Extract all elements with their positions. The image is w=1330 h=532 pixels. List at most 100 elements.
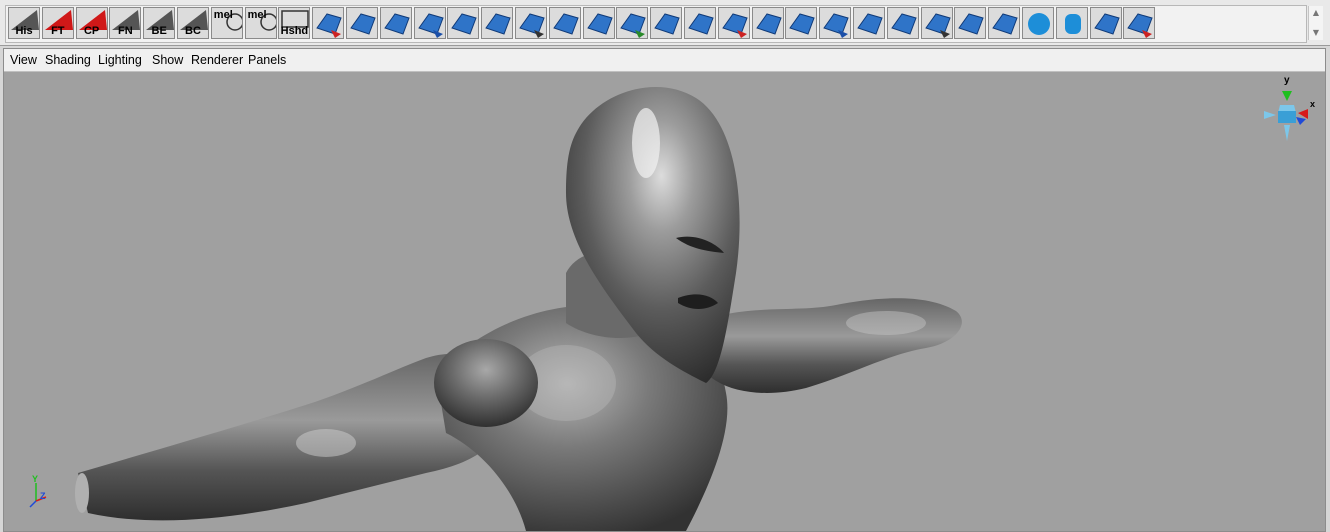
forearm-highlight [846,311,926,335]
view-cube-x-label: x [1310,99,1315,109]
shelf-button-revolve-14[interactable] [481,7,514,39]
shelf-button-plane-grid-32[interactable] [1089,7,1122,39]
shelf-button-center-pivot-2[interactable]: CP [75,7,108,39]
sphere-icon [1028,13,1050,35]
shelf-button-label: mel [213,9,233,21]
planar-surface-icon [552,13,579,35]
shelf-button-sphere-30[interactable] [1022,7,1054,39]
lattice-cube-icon [755,13,782,35]
shelf-button-loft-15[interactable] [515,7,547,39]
view-cube-front-face[interactable] [1278,111,1296,123]
shelf-button-freeze-transform-1[interactable]: FT [41,7,74,39]
shelf-button-label: CP [83,25,100,37]
view-cube-z-arrow[interactable] [1296,117,1306,125]
menu-renderer[interactable]: Renderer [191,53,243,67]
boolean-icon [688,13,714,35]
cylinder-icon [1064,14,1081,34]
view-cube-bottom-arrow[interactable] [1284,125,1290,141]
shelf-button-extrude-13[interactable] [447,7,480,39]
shelf-button-poly-sphere-split-24[interactable] [819,7,852,39]
scroll-up-icon[interactable]: ▲ [1309,8,1323,18]
nurbs-patch-icon [721,13,748,38]
trim-surface-icon [654,13,680,35]
axis-z-line [29,500,37,508]
shelf-button-poly-plane-split-28[interactable] [954,7,987,39]
model-right-arm[interactable] [696,298,962,393]
shelf-button-project-curve-18[interactable] [616,7,649,39]
menu-lighting[interactable]: Lighting [98,53,142,67]
model-left-wrist [75,473,89,513]
shelf-button-label: His [15,25,33,37]
view-cube-y-label: y [1284,75,1290,86]
model-panel: View Shading Lighting Show Renderer Pane… [3,48,1326,532]
panel-menubar: View Shading Lighting Show Renderer Pane… [4,49,1325,72]
shelf-button-history-0[interactable]: His [8,7,40,39]
scroll-down-icon[interactable]: ▼ [1309,28,1323,38]
poly-plane-split-icon [958,13,985,35]
axis-y-label: Y [32,474,38,484]
menu-panels[interactable]: Panels [248,53,286,67]
extrude-icon [451,13,478,35]
curve-tool-icon [316,13,342,38]
shelf-button-poly-dome-33[interactable] [1123,7,1156,39]
shelf-button-trim-surface-19[interactable] [650,7,683,39]
shelf-button-label: FT [51,25,65,37]
circle-surface-icon [586,13,613,35]
shelf-button-boolean-20[interactable] [684,7,716,39]
shelf-button-poly-plane-merge-29[interactable] [988,7,1021,39]
shelf-button-hardware-shade-8[interactable]: Hshd [278,7,311,39]
arm-highlight [296,429,356,457]
menu-view[interactable]: View [10,53,37,67]
poly-sphere-combine-icon [857,13,883,35]
shelf-button-label: FN [118,25,133,37]
poly-sphere-split-icon [823,13,849,38]
menu-shading[interactable]: Shading [45,53,91,67]
poly-cube-icon [789,13,816,35]
shelf-scrollbar[interactable]: ▲ ▼ [1308,6,1323,40]
axis-gizmo: Y Z [29,474,47,508]
shelf-button-cylinder-31[interactable] [1055,7,1088,39]
project-curve-icon [620,13,647,38]
shelf-button-label: mel [247,9,267,21]
shelf-button-nurbs-patch-21[interactable] [717,7,750,39]
shelf-button-poly-sphere-combine-25[interactable] [853,7,885,39]
view-cube-left-arrow[interactable] [1264,111,1276,119]
shelf-button-edit-points-11[interactable] [379,7,412,39]
view-cube-y-arrow[interactable] [1282,91,1292,101]
shelf-button-cut-curve-10[interactable] [346,7,378,39]
shelf-button-frame-normals-3[interactable]: FN [109,7,142,39]
shelf-button-curve-cv-12[interactable] [413,7,446,39]
shelf-button-bake-4[interactable]: BE [143,7,176,39]
shelf-button-poly-sphere-separate-26[interactable] [886,7,919,39]
shelf-button-label: BC [185,25,201,37]
axis-z-label: Z [40,491,46,501]
shelf-button-poly-sphere-27[interactable] [920,7,953,39]
shelf-button-label: BE [151,25,167,37]
poly-plane-merge-icon [992,13,1018,35]
curve-cv-icon [417,13,444,38]
shelf-button-mel-script-7[interactable]: mel [244,7,277,39]
viewport-scene [75,86,962,531]
shelf-button-label: Hshd [280,25,309,37]
shelf-button-mel-script-6[interactable]: mel [210,7,243,39]
cut-curve-icon [350,13,376,35]
shelf-button-circle-surface-17[interactable] [582,7,615,39]
shelf-button-bake-channels-5[interactable]: BC [177,7,209,39]
plane-grid-icon [1093,13,1120,35]
head-highlight [632,108,660,178]
poly-sphere-separate-icon [890,13,917,35]
shelf-button-planar-surface-16[interactable] [548,7,581,39]
3d-viewport[interactable]: y x Y Z persp [6,73,1323,531]
shelf-toolbar: His FT CP FN BE BC mel mel Hshd ▲ ▼ [0,0,1330,46]
shelf-button-curve-tool-9[interactable] [312,7,345,39]
view-cube-x-arrow[interactable] [1298,109,1308,119]
menu-show[interactable]: Show [152,53,183,67]
model-left-shoulder[interactable] [434,339,538,427]
view-cube[interactable]: y x [1256,73,1316,153]
poly-sphere-icon [924,13,951,38]
revolve-icon [485,13,511,35]
shelf-button-lattice-cube-22[interactable] [751,7,784,39]
shelf-button-poly-cube-23[interactable] [785,7,818,39]
edit-points-icon [383,13,410,35]
poly-dome-icon [1127,13,1154,38]
